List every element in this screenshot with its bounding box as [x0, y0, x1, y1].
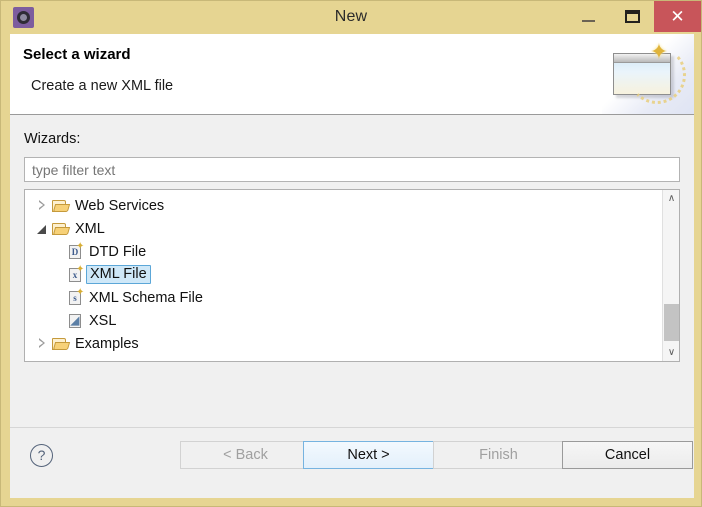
tree-item[interactable]: XML: [25, 217, 661, 240]
tree-item[interactable]: Web Services: [25, 194, 661, 217]
tree-item-label: Web Services: [75, 197, 165, 214]
tree-item[interactable]: s ✦ XML Schema File: [25, 286, 661, 309]
maximize-button[interactable]: [610, 1, 654, 32]
new-wizard-dialog: New ✕ Select a wizard Create a new XML f…: [0, 0, 702, 507]
cancel-button[interactable]: Cancel: [562, 441, 693, 469]
scroll-up-icon[interactable]: ∧: [663, 190, 679, 207]
folder-icon: [52, 199, 69, 213]
maximize-icon: [624, 10, 640, 23]
sparkle-icon: ✦: [649, 40, 669, 65]
tree-item[interactable]: ◢ XSL: [25, 309, 661, 332]
close-button[interactable]: ✕: [654, 1, 701, 32]
new-wizard-banner-icon: ✦: [602, 34, 694, 114]
tree-item-label: Examples: [75, 335, 139, 352]
xml-file-icon: x ✦: [69, 264, 84, 283]
tree-item-label: XML Schema File: [89, 289, 203, 306]
dialog-footer: ? < Back Next > Finish Cancel: [10, 427, 694, 498]
title-bar: New ✕: [1, 1, 701, 34]
scroll-down-icon[interactable]: ∨: [663, 344, 679, 361]
wizard-header: Select a wizard Create a new XML file ✦: [10, 34, 694, 115]
tree-item-label: XSL: [89, 312, 117, 329]
folder-icon: [52, 222, 69, 236]
back-button[interactable]: < Back: [180, 441, 311, 469]
filter-input[interactable]: [24, 157, 680, 182]
wizards-label: Wizards:: [24, 131, 81, 147]
chevron-right-icon[interactable]: [37, 338, 48, 349]
xsl-file-icon: ◢: [69, 313, 81, 328]
tree-item-label: XML File: [86, 265, 151, 284]
finish-button[interactable]: Finish: [433, 441, 564, 469]
page-subtitle: Create a new XML file: [31, 78, 174, 94]
minimize-icon: [581, 19, 595, 22]
minimize-button[interactable]: [566, 1, 610, 32]
tree-scrollbar[interactable]: ∧ ∨: [662, 190, 679, 361]
chevron-right-icon[interactable]: [37, 200, 48, 211]
wizard-body: Wizards: Web ServicesXMLD✦DTD Filex✦XML …: [10, 115, 694, 427]
tree-item-label: XML: [75, 220, 105, 237]
next-button[interactable]: Next >: [303, 441, 434, 469]
wizard-tree[interactable]: Web Services XML D ✦ DTD File x ✦ XML File s ✦ XML…: [24, 189, 680, 362]
help-icon[interactable]: ?: [30, 444, 53, 467]
close-icon: ✕: [670, 6, 685, 27]
folder-icon: [52, 337, 69, 351]
xml-schema-file-icon: s ✦: [69, 287, 84, 306]
tree-item-label: DTD File: [89, 243, 147, 260]
chevron-down-icon[interactable]: [37, 223, 48, 234]
page-title: Select a wizard: [23, 46, 131, 63]
tree-item[interactable]: x ✦ XML File: [25, 263, 661, 286]
scrollbar-thumb[interactable]: [664, 304, 679, 341]
tree-item[interactable]: Examples: [25, 332, 661, 355]
dtd-file-icon: D ✦: [69, 241, 84, 260]
tree-item[interactable]: D ✦ DTD File: [25, 240, 661, 263]
